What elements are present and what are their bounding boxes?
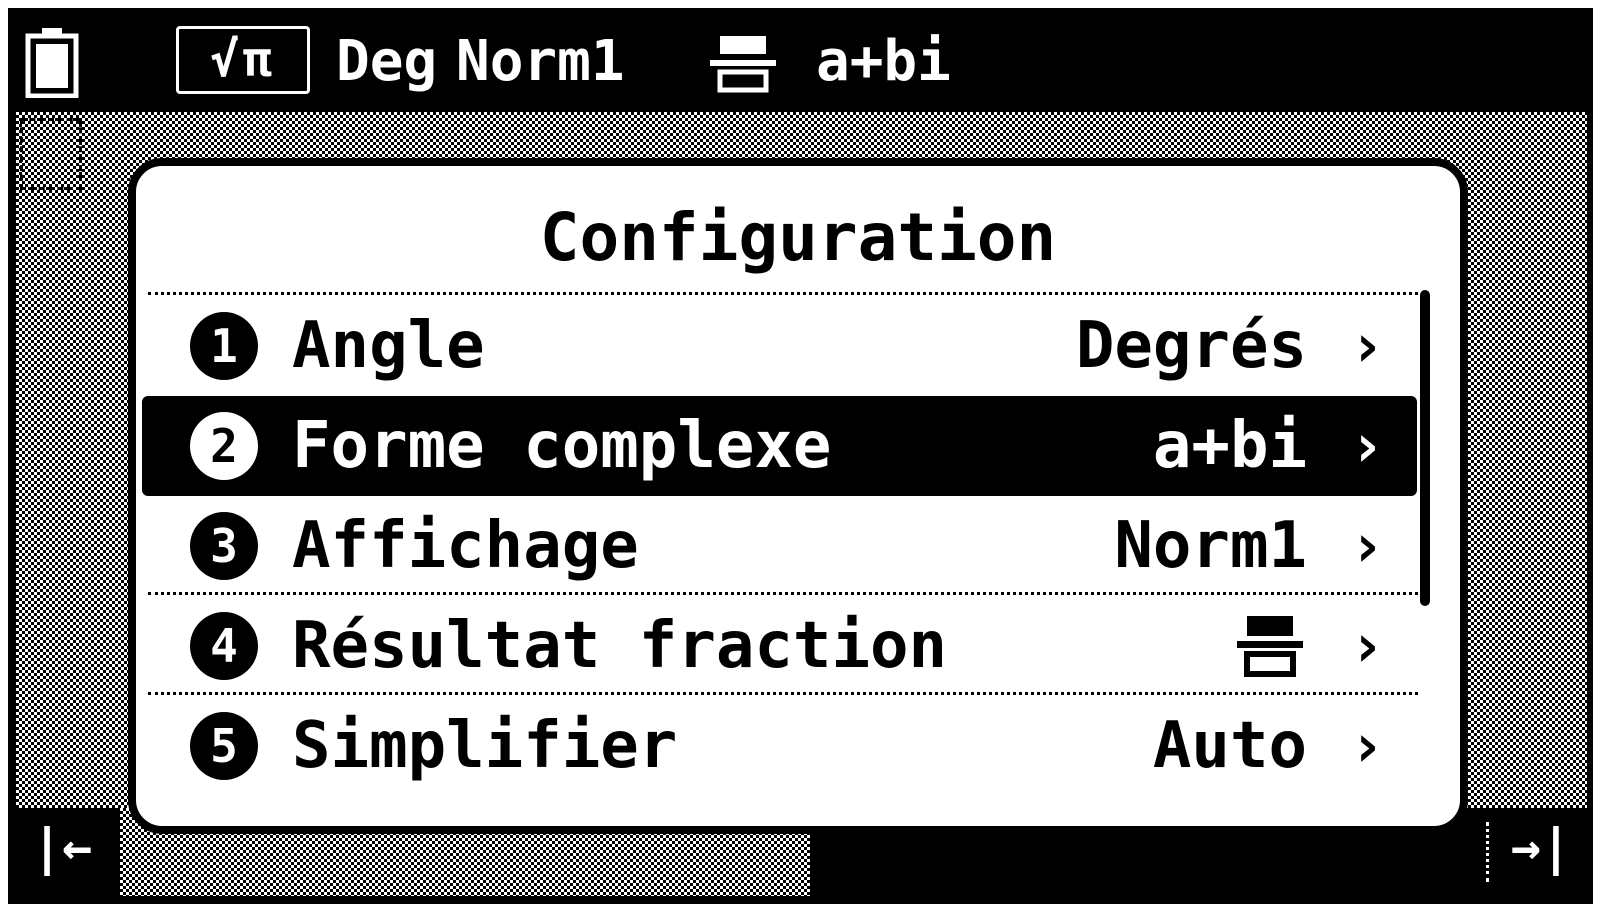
menu-item-simplifier[interactable]: 5 Simplifier Auto › [142,696,1417,796]
menu-item-resultat-fraction[interactable]: 4 Résultat fraction › [142,596,1417,696]
dialog-title: Configuration [539,199,1057,276]
menu-item-forme-complexe[interactable]: 2 Forme complexe a+bi › [142,396,1417,496]
divider [148,292,1418,295]
right-arrow-icon[interactable]: →| [1511,818,1571,876]
battery-icon [25,28,79,98]
configuration-dialog: Configuration 1 Angle Degrés › 2 Forme c… [128,158,1468,834]
status-bar: √π Deg Norm1 a+bi [16,16,1587,108]
item-value: a+bi [1152,409,1307,483]
item-number: 3 [190,512,258,580]
scrollbar[interactable] [1420,290,1430,606]
calculator-screen: √π Deg Norm1 a+bi |← →| Configuration 1 … [0,0,1604,915]
item-number: 5 [190,712,258,780]
item-number: 2 [190,412,258,480]
item-label: Forme complexe [292,409,832,483]
bottom-separator [1486,822,1492,882]
item-number: 4 [190,612,258,680]
angle-indicator: Deg [336,29,438,94]
item-label: Simplifier [292,709,678,783]
complex-indicator: a+bi [816,29,951,94]
fraction-icon [1237,616,1303,677]
divider [148,692,1418,695]
cursor-box [20,118,82,190]
left-arrow-icon[interactable]: |← [32,818,92,876]
item-number: 1 [190,312,258,380]
mode-indicator: √π [176,26,310,94]
item-label: Affichage [292,509,639,583]
item-value: Norm1 [1114,509,1307,583]
menu-item-angle[interactable]: 1 Angle Degrés › [142,296,1417,396]
item-label: Angle [292,309,485,383]
fraction-icon [710,36,776,93]
chevron-right-icon: › [1348,711,1385,781]
chevron-right-icon: › [1348,611,1385,681]
display-indicator: Norm1 [456,29,625,94]
menu-item-affichage[interactable]: 3 Affichage Norm1 › [142,496,1417,596]
chevron-right-icon: › [1348,511,1385,581]
chevron-right-icon: › [1348,411,1385,481]
chevron-right-icon: › [1348,311,1385,381]
divider [148,592,1418,595]
item-label: Résultat fraction [292,609,948,683]
item-value: Auto [1152,709,1307,783]
item-value: Degrés [1075,309,1307,383]
